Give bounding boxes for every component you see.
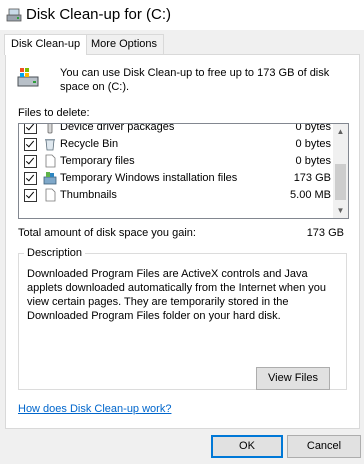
file-name: Device driver packages: [60, 123, 175, 133]
files-list[interactable]: Device driver packages 0 bytes Recycle B…: [18, 123, 349, 219]
list-scrollbar[interactable]: ▲ ▼: [333, 124, 348, 218]
title-bar: Disk Clean-up for (C:): [0, 0, 364, 30]
checkbox[interactable]: [24, 138, 37, 151]
file-name: Temporary files: [60, 155, 135, 167]
list-item[interactable]: Thumbnails 5.00 MB: [19, 187, 333, 204]
file-name: Recycle Bin: [60, 138, 119, 150]
driver-package-icon: [47, 124, 53, 134]
scroll-down-icon[interactable]: ▼: [333, 203, 348, 218]
file-size: 173 GB: [293, 172, 331, 184]
tab-panel: You can use Disk Clean-up to free up to …: [5, 54, 360, 429]
view-files-button[interactable]: View Files: [256, 367, 330, 390]
intro-text: You can use Disk Clean-up to free up to …: [60, 67, 330, 93]
disk-cleanup-icon: [6, 8, 22, 22]
checkbox[interactable]: [24, 189, 37, 202]
help-link[interactable]: How does Disk Clean-up work?: [18, 403, 171, 415]
total-space-label: Total amount of disk space you gain:: [18, 227, 196, 239]
file-size: 0 bytes: [295, 138, 331, 150]
file-icon: [45, 154, 56, 168]
description-text: Downloaded Program Files are ActiveX con…: [27, 268, 327, 322]
list-item[interactable]: Device driver packages 0 bytes: [19, 123, 333, 136]
tab-more-options[interactable]: More Options: [84, 34, 165, 54]
description-title: Description: [24, 247, 86, 259]
recycle-bin-icon: [45, 139, 55, 151]
file-size: 5.00 MB: [290, 189, 331, 201]
list-item[interactable]: Temporary files 0 bytes: [19, 153, 333, 170]
checkbox[interactable]: [24, 155, 37, 168]
window-title: Disk Clean-up for (C:): [26, 6, 172, 23]
files-to-delete-label: Files to delete:: [18, 107, 90, 119]
file-size: 0 bytes: [295, 123, 331, 133]
list-item[interactable]: Temporary Windows installation files 173…: [19, 170, 333, 187]
ok-button[interactable]: OK: [211, 435, 283, 458]
total-space-value: 173 GB: [306, 227, 344, 239]
file-size: 0 bytes: [295, 155, 331, 167]
checkbox[interactable]: [24, 172, 37, 185]
checkbox[interactable]: [24, 124, 37, 134]
description-group: Description Downloaded Program Files are…: [18, 247, 347, 390]
scroll-thumb[interactable]: [335, 164, 346, 200]
list-item[interactable]: Recycle Bin 0 bytes: [19, 136, 333, 153]
file-name: Temporary Windows installation files: [60, 172, 238, 184]
tab-disk-cleanup[interactable]: Disk Clean-up: [4, 34, 88, 55]
windows-install-icon: [43, 172, 57, 185]
file-icon: [45, 188, 56, 202]
file-name: Thumbnails: [60, 189, 117, 201]
cancel-button[interactable]: Cancel: [287, 435, 361, 458]
scroll-up-icon[interactable]: ▲: [333, 124, 348, 139]
drive-icon: [17, 68, 39, 87]
